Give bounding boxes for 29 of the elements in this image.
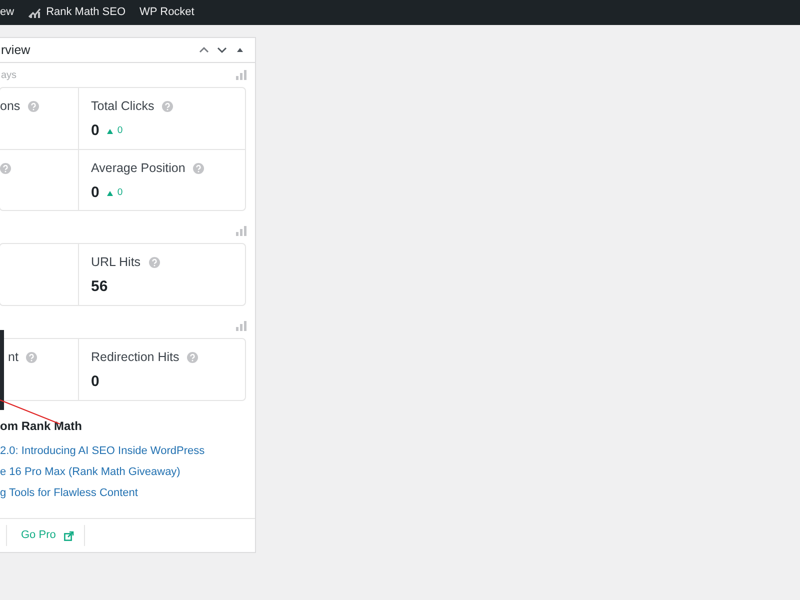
stat-value: 56 [91, 277, 108, 297]
stat-label: nt [8, 348, 18, 366]
stat-value: 0 [91, 121, 100, 141]
stat-change: 0 [117, 186, 123, 200]
news-link[interactable]: g Tools for Flawless Content [0, 483, 255, 504]
section-label: ays [1, 68, 17, 82]
news-link[interactable]: 2.0: Introducing AI SEO Inside WordPress [0, 441, 255, 462]
stat-value: 0 [91, 372, 100, 392]
up-arrow-icon [107, 128, 114, 134]
stat-label: Total Clicks [91, 98, 154, 115]
stat-label: ons [0, 98, 20, 115]
up-arrow-icon [107, 190, 114, 196]
stat-change: 0 [117, 124, 123, 138]
bar-chart-icon [236, 70, 247, 80]
bar-chart-icon [236, 321, 247, 331]
bar-chart-icon [236, 226, 247, 236]
admin-bar-link[interactable]: WP Rocket [140, 4, 194, 21]
stat-label: Redirection Hits [91, 348, 180, 366]
footer-link[interactable]: Go Pro [6, 525, 85, 546]
admin-bar-link[interactable]: ew [0, 4, 14, 21]
news-link[interactable]: e 16 Pro Max (Rank Math Giveaway) [0, 462, 255, 483]
stat-value: 0 [91, 183, 100, 203]
chart-icon [28, 7, 42, 18]
admin-bar-link[interactable]: Rank Math SEO [46, 4, 126, 21]
news-heading: om Rank Math [0, 418, 84, 435]
widget-title: rview [1, 42, 30, 59]
stat-label: Average Position [91, 160, 186, 177]
external-link-icon [64, 530, 74, 540]
stat-label: URL Hits [91, 254, 141, 271]
